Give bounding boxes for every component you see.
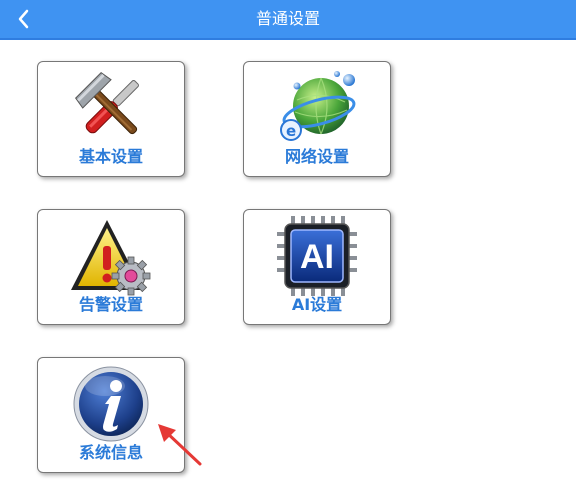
page-title: 普通设置 <box>255 9 320 28</box>
tile-label: AI设置 <box>291 295 343 314</box>
globe-network-icon: e <box>280 71 356 141</box>
header-bar: 普通设置 <box>0 0 576 40</box>
ai-chip-icon: AI <box>277 216 357 296</box>
svg-text:e: e <box>286 122 296 140</box>
tile-network-settings[interactable]: e 网络设置 <box>243 61 391 177</box>
tile-alarm-settings[interactable]: 告警设置 <box>37 209 185 325</box>
tile-label: 基本设置 <box>78 147 143 166</box>
svg-text:AI: AI <box>300 238 334 276</box>
warning-gear-icon <box>71 220 151 296</box>
tile-ai-settings[interactable]: AI AI设置 <box>243 209 391 325</box>
tile-basic-settings[interactable]: 基本设置 <box>37 61 185 177</box>
tile-label: 告警设置 <box>78 295 143 314</box>
red-arrow-icon <box>158 424 202 466</box>
tools-icon <box>74 71 139 135</box>
tile-label: 网络设置 <box>284 147 349 166</box>
info-icon <box>73 366 149 442</box>
